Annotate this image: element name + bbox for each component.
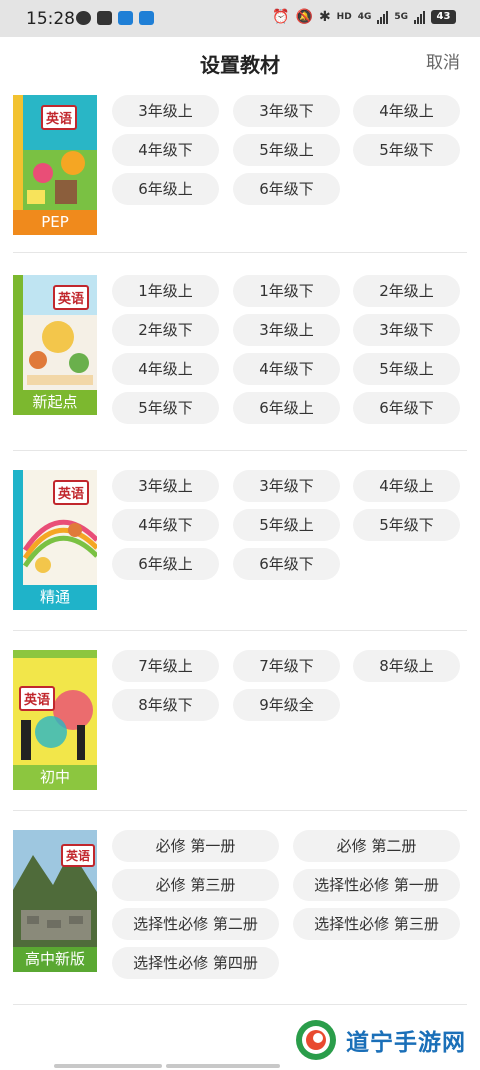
cover-title: 英语 xyxy=(53,480,90,505)
grade-chip[interactable]: 9年级全 xyxy=(233,689,340,721)
book-label: PEP xyxy=(13,210,97,235)
send-icon xyxy=(139,11,154,25)
alarm-icon: ⏰ xyxy=(272,9,290,25)
book-section-pep: 英语 PEP 3年级上 3年级下 4年级上 4年级下 5年级上 5年级下 6年级… xyxy=(13,95,467,235)
cloud-icon xyxy=(76,11,91,25)
book-label: 初中 xyxy=(13,765,97,790)
grade-chip[interactable]: 3年级上 xyxy=(112,95,219,127)
battery-icon: 43 xyxy=(431,10,456,24)
home-indicator xyxy=(54,1064,162,1068)
grade-chip[interactable]: 选择性必修 第二册 xyxy=(112,908,279,940)
notification-icons xyxy=(76,11,154,25)
grade-chip[interactable]: 2年级上 xyxy=(353,275,460,307)
signal-icon xyxy=(377,10,389,24)
book-section-jingtong: 英语 精通 3年级上 3年级下 4年级上 4年级下 5年级上 5年级下 6年级上… xyxy=(13,470,467,610)
grade-chip[interactable]: 3年级上 xyxy=(233,314,340,346)
cover-title: 英语 xyxy=(19,686,56,711)
grade-chip[interactable]: 4年级上 xyxy=(353,470,460,502)
grade-chip[interactable]: 4年级上 xyxy=(112,353,219,385)
watermark: 道宁手游网 xyxy=(294,1018,466,1062)
book-section-xinqidian: 英语 新起点 1年级上 1年级下 2年级上 2年级下 3年级上 3年级下 4年级… xyxy=(13,275,467,424)
grade-chip[interactable]: 6年级下 xyxy=(353,392,460,424)
grade-chip[interactable]: 2年级下 xyxy=(112,314,219,346)
grade-chip[interactable]: 必修 第二册 xyxy=(293,830,460,862)
grade-chip[interactable]: 4年级下 xyxy=(112,509,219,541)
status-time: 15:28 xyxy=(26,9,75,29)
divider xyxy=(13,252,467,253)
grade-chip[interactable]: 6年级下 xyxy=(233,173,340,205)
grade-chip[interactable]: 5年级下 xyxy=(353,509,460,541)
bluetooth-icon: ✱ xyxy=(318,9,331,25)
network-4g: 4G xyxy=(357,11,372,22)
app-icon xyxy=(118,11,133,25)
grade-chip[interactable]: 6年级上 xyxy=(233,392,340,424)
grade-chip[interactable]: 5年级下 xyxy=(112,392,219,424)
mail-icon xyxy=(97,11,112,25)
grade-chip[interactable]: 5年级上 xyxy=(353,353,460,385)
grade-chip[interactable]: 7年级上 xyxy=(112,650,219,682)
cover-title: 英语 xyxy=(41,105,78,130)
grade-chip[interactable]: 1年级上 xyxy=(112,275,219,307)
book-label: 新起点 xyxy=(13,390,97,415)
grade-chip[interactable]: 3年级下 xyxy=(353,314,460,346)
grade-chip[interactable]: 6年级下 xyxy=(233,548,340,580)
book-label: 高中新版 xyxy=(13,947,97,972)
grade-chip[interactable]: 7年级下 xyxy=(233,650,340,682)
header: 设置教材 取消 xyxy=(0,37,480,85)
book-cover-pep[interactable]: 英语 PEP xyxy=(13,95,97,235)
grade-chip[interactable]: 6年级上 xyxy=(112,548,219,580)
book-cover-xinqidian[interactable]: 英语 新起点 xyxy=(13,275,97,415)
divider xyxy=(13,1004,467,1005)
grade-chip[interactable]: 8年级上 xyxy=(353,650,460,682)
grade-chip[interactable]: 6年级上 xyxy=(112,173,219,205)
divider xyxy=(13,810,467,811)
book-cover-gaozhong[interactable]: 英语 高中新版 xyxy=(13,830,97,972)
book-section-chuzhong: 英语 初中 7年级上 7年级下 8年级上 8年级下 9年级全 xyxy=(13,650,467,790)
cover-title: 英语 xyxy=(53,285,90,310)
status-bar: 15:28 ⏰ 🔕 ✱ HD 4G 5G 43 xyxy=(0,0,480,37)
grade-chip[interactable]: 选择性必修 第三册 xyxy=(293,908,460,940)
hd-icon: HD xyxy=(336,11,352,22)
grade-chip[interactable]: 4年级下 xyxy=(112,134,219,166)
book-cover-chuzhong[interactable]: 英语 初中 xyxy=(13,650,97,790)
page-title: 设置教材 xyxy=(200,53,280,77)
signal-icon-2 xyxy=(414,10,425,24)
grade-chip[interactable]: 5年级上 xyxy=(233,509,340,541)
book-section-gaozhong: 英语 高中新版 必修 第一册 必修 第二册 必修 第三册 选择性必修 第一册 选… xyxy=(13,830,467,979)
cover-title: 英语 xyxy=(61,844,96,867)
grade-chip[interactable]: 3年级下 xyxy=(233,470,340,502)
watermark-text: 道宁手游网 xyxy=(346,1030,466,1056)
divider xyxy=(13,450,467,451)
grade-chip[interactable]: 5年级下 xyxy=(353,134,460,166)
grade-chip[interactable]: 选择性必修 第四册 xyxy=(112,947,279,979)
grade-chip[interactable]: 1年级下 xyxy=(233,275,340,307)
grade-chip[interactable]: 5年级上 xyxy=(233,134,340,166)
network-5g: 5G xyxy=(394,11,408,22)
book-cover-jingtong[interactable]: 英语 精通 xyxy=(13,470,97,610)
grade-chip[interactable]: 3年级上 xyxy=(112,470,219,502)
watermark-logo-icon xyxy=(296,1020,336,1060)
divider xyxy=(13,630,467,631)
system-icons: ⏰ 🔕 ✱ HD 4G 5G 43 xyxy=(272,9,456,25)
grade-chip[interactable]: 8年级下 xyxy=(112,689,219,721)
grade-chip[interactable]: 4年级上 xyxy=(353,95,460,127)
cancel-button[interactable]: 取消 xyxy=(426,48,460,73)
grade-chip[interactable]: 4年级下 xyxy=(233,353,340,385)
grade-chip[interactable]: 必修 第一册 xyxy=(112,830,279,862)
grade-chip[interactable]: 3年级下 xyxy=(233,95,340,127)
home-indicator xyxy=(166,1064,280,1068)
book-label: 精通 xyxy=(13,585,97,610)
grade-chip[interactable]: 必修 第三册 xyxy=(112,869,279,901)
grade-chip[interactable]: 选择性必修 第一册 xyxy=(293,869,460,901)
mute-icon: 🔕 xyxy=(295,9,313,25)
